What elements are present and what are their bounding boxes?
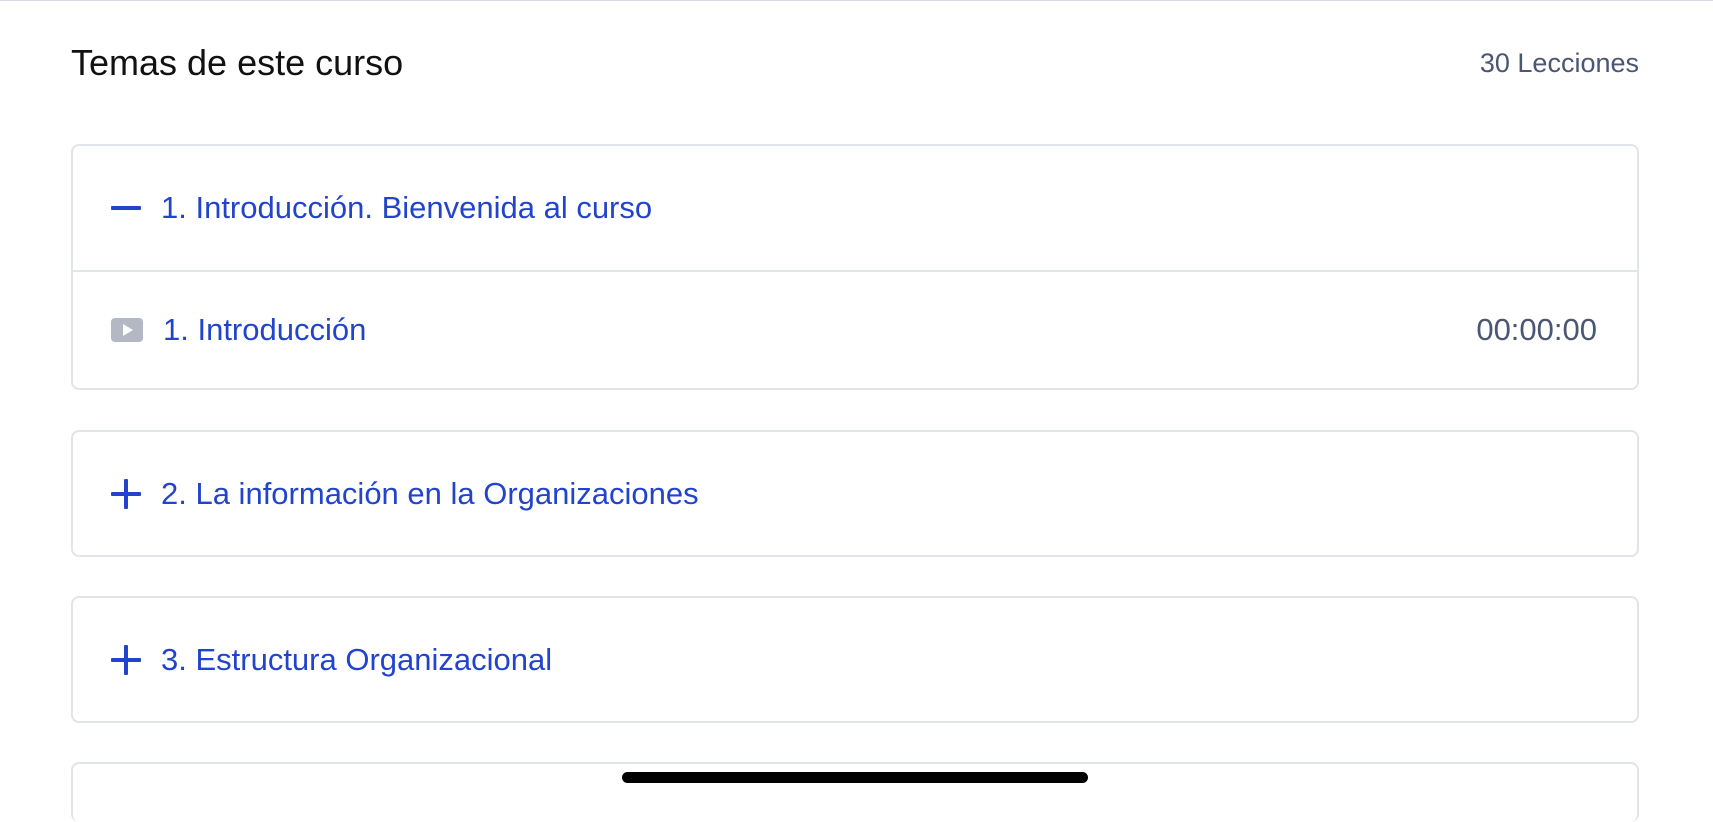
course-section-4[interactable] xyxy=(71,762,1639,822)
page-title: Temas de este curso xyxy=(71,42,404,83)
course-section-1: 1. Introducción. Bienvenida al curso 1. … xyxy=(71,144,1639,390)
section-1-header[interactable]: 1. Introducción. Bienvenida al curso xyxy=(73,146,1637,270)
minus-icon[interactable] xyxy=(111,193,141,223)
section-1-title[interactable]: 1. Introducción. Bienvenida al curso xyxy=(161,190,652,226)
section-3-header[interactable]: 3. Estructura Organizacional xyxy=(73,598,1637,721)
lesson-title[interactable]: 1. Introducción xyxy=(163,312,1476,348)
top-divider xyxy=(0,0,1713,1)
plus-icon[interactable] xyxy=(111,479,141,509)
video-play-icon xyxy=(111,318,143,342)
lesson-row[interactable]: 1. Introducción 00:00:00 xyxy=(73,270,1637,388)
home-indicator[interactable] xyxy=(622,772,1088,783)
lesson-duration: 00:00:00 xyxy=(1476,312,1597,347)
course-section-3: 3. Estructura Organizacional xyxy=(71,596,1639,723)
section-2-title[interactable]: 2. La información en la Organizaciones xyxy=(161,476,699,512)
course-topics-header: Temas de este curso 30 Lecciones xyxy=(71,38,1639,88)
course-section-2: 2. La información en la Organizaciones xyxy=(71,430,1639,557)
section-2-header[interactable]: 2. La información en la Organizaciones xyxy=(73,432,1637,555)
plus-icon[interactable] xyxy=(111,645,141,675)
lesson-count: 30 Lecciones xyxy=(1479,47,1639,78)
section-3-title[interactable]: 3. Estructura Organizacional xyxy=(161,642,552,678)
